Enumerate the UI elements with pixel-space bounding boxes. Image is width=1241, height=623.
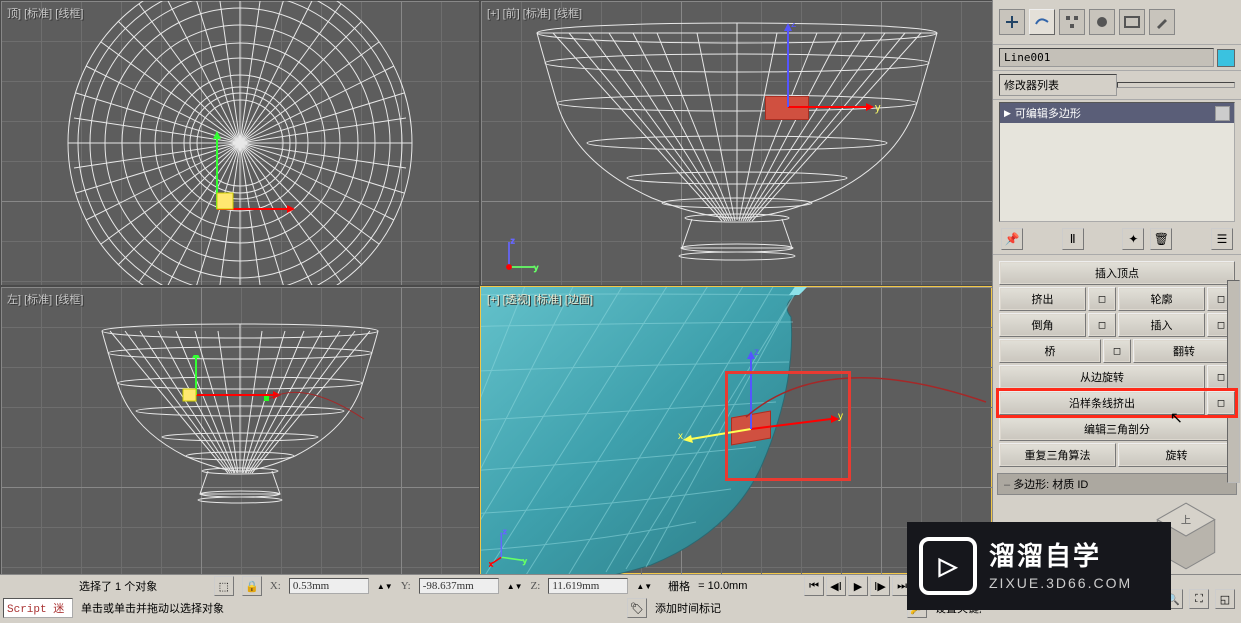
hinge-from-edge-button[interactable]: 从边旋转 [999, 365, 1205, 389]
viewport-label-persp[interactable]: [+] [透视] [标准] [边面] [487, 291, 593, 307]
configure-sets-icon[interactable]: ☰ [1211, 228, 1233, 250]
playback-controls: ⏮ ◀Ⅰ ▶ Ⅰ▶ ⏭ [804, 576, 912, 596]
coord-y-label: Y: [401, 580, 411, 592]
remove-modifier-icon[interactable]: 🗑 [1150, 228, 1172, 250]
edit-tri-button[interactable]: 编辑三角剖分 [999, 417, 1235, 441]
object-name-field[interactable]: Line001 [999, 48, 1214, 67]
modifier-list-dropdown[interactable]: 修改器列表 [993, 71, 1241, 100]
stack-toggle-icon[interactable] [1215, 106, 1230, 121]
svg-text:x: x [489, 559, 493, 568]
viewport-front[interactable]: [+] [前] [标准] [线框] [481, 1, 992, 285]
play-icon[interactable]: ▶ [848, 576, 868, 596]
selection-status: 选择了 1 个对象 [79, 578, 157, 594]
prev-frame-icon[interactable]: ◀Ⅰ [826, 576, 846, 596]
watermark-title: 溜溜自学 [989, 540, 1132, 574]
time-tag-icon[interactable]: 🏷 [627, 598, 647, 618]
coord-x-value[interactable]: 0.53mm [289, 578, 369, 594]
object-color-swatch[interactable] [1217, 49, 1235, 67]
stack-item-label: 可编辑多边形 [1015, 105, 1081, 121]
rollout-header[interactable]: – 多边形: 材质 ID [997, 473, 1237, 495]
flip-button[interactable]: 翻转 [1133, 339, 1235, 363]
add-time-tag[interactable]: 添加时间标记 [655, 600, 721, 616]
svg-text:x: x [678, 431, 683, 442]
rollout-polygon-material-id: – 多边形: 材质 ID [997, 473, 1237, 495]
viewport-label-left[interactable]: 左] [标准] [线框] [7, 291, 83, 307]
coord-x-label: X: [270, 580, 281, 592]
move-gizmo[interactable]: y z [743, 23, 893, 143]
viewport-label-front[interactable]: [+] [前] [标准] [线框] [487, 5, 582, 21]
insert-button[interactable]: 插入 [1118, 313, 1205, 337]
bridge-button[interactable]: 桥 [999, 339, 1101, 363]
watermark-overlay: ▷ 溜溜自学 ZIXUE.3D66.COM [907, 522, 1171, 610]
object-name-row: Line001 [993, 45, 1241, 71]
svg-text:y: y [523, 556, 527, 565]
svg-text:z: z [511, 237, 515, 246]
viewport-label-top[interactable]: 顶] [标准] [线框] [7, 5, 83, 21]
svg-text:y: y [534, 262, 539, 272]
selection-lock-icon[interactable]: ⬚ [214, 576, 234, 596]
stack-toolbar: 📌 Ⅱ ✦ 🗑 ☰ [993, 224, 1241, 255]
rollout-edit-edges: 插入顶点 挤出 ◻ 轮廓 ◻ 倒角 ◻ 插入 ◻ 桥 ◻ 翻转 从边旋转 ◻ [997, 257, 1237, 471]
coord-z-label: Z: [531, 580, 541, 592]
nav-maximize-icon[interactable]: ◱ [1215, 589, 1235, 609]
svg-text:上: 上 [1181, 515, 1191, 527]
next-frame-icon[interactable]: Ⅰ▶ [870, 576, 890, 596]
stack-item-editable-poly[interactable]: ▶ 可编辑多边形 [1000, 103, 1234, 123]
tab-hierarchy[interactable] [1059, 9, 1085, 35]
coord-y-value[interactable]: -98.637mm [419, 578, 499, 594]
viewport-top[interactable]: 顶] [标准] [线框] [1, 1, 479, 285]
modifier-list-label: 修改器列表 [999, 74, 1117, 96]
tab-motion[interactable] [1089, 9, 1115, 35]
expand-icon[interactable]: ▶ [1004, 108, 1011, 119]
extrude-settings-button[interactable]: ◻ [1088, 287, 1116, 311]
make-unique-icon[interactable]: ✦ [1122, 228, 1144, 250]
wireframe-object-front[interactable] [497, 3, 977, 283]
tab-create[interactable] [999, 9, 1025, 35]
grid-value: = 10.0mm [698, 580, 747, 592]
play-logo-icon: ▷ [919, 537, 977, 595]
extrude-along-spline-highlight: 沿样条线挤出 ◻ [999, 391, 1235, 415]
tab-modify[interactable] [1029, 9, 1055, 35]
tab-display[interactable] [1119, 9, 1145, 35]
panel-scrollbar[interactable] [1227, 280, 1240, 483]
svg-text:y: y [875, 102, 881, 114]
lock-icon[interactable]: 🔒 [242, 576, 262, 596]
coord-z-value[interactable]: 11.619mm [548, 578, 628, 594]
command-tabs [993, 0, 1241, 45]
move-gizmo[interactable] [177, 129, 297, 249]
retriangulate-button[interactable]: 重复三角算法 [999, 443, 1116, 467]
bridge-settings-button[interactable]: ◻ [1103, 339, 1131, 363]
bevel-settings-button[interactable]: ◻ [1088, 313, 1116, 337]
goto-start-icon[interactable]: ⏮ [804, 576, 824, 596]
show-end-result-icon[interactable]: Ⅱ [1062, 228, 1084, 250]
extrude-button[interactable]: 挤出 [999, 287, 1086, 311]
grid-label: 栅格 [668, 578, 690, 594]
turn-button[interactable]: 旋转 [1118, 443, 1235, 467]
axis-tripod-icon: x y z [489, 528, 529, 568]
cursor-icon: ↖ [1170, 408, 1183, 428]
prompt-line: 单击或单击并拖动以选择对象 [81, 600, 224, 616]
svg-text:z: z [503, 528, 507, 536]
script-listener[interactable]: Script 迷 [3, 598, 73, 618]
annotation-red-box [725, 371, 851, 481]
spline-handle[interactable] [264, 374, 374, 434]
outline-button[interactable]: 轮廓 [1118, 287, 1205, 311]
tab-utilities[interactable] [1149, 9, 1175, 35]
watermark-url: ZIXUE.3D66.COM [989, 574, 1132, 592]
rollout-header-label: 多边形: 材质 ID [1013, 479, 1088, 491]
bevel-button[interactable]: 倒角 [999, 313, 1086, 337]
insert-vertex-button[interactable]: 插入顶点 [999, 261, 1235, 285]
extrude-spline-settings-button[interactable]: ◻ [1207, 391, 1235, 415]
viewport-area: 顶] [标准] [线框] [0, 0, 993, 575]
nav-zoom-all-icon[interactable]: ⛶ [1189, 589, 1209, 609]
axis-tripod-icon: y z [499, 237, 539, 277]
modifier-stack[interactable]: ▶ 可编辑多边形 [999, 102, 1235, 222]
viewport-left[interactable]: 左] [标准] [线框] [1, 287, 479, 574]
status-bar: 选择了 1 个对象 ⬚ 🔒 X: 0.53mm ▲▼ Y: -98.637mm … [0, 574, 993, 623]
pin-stack-icon[interactable]: 📌 [1001, 228, 1023, 250]
chevron-down-icon [1117, 82, 1235, 88]
svg-text:z: z [791, 23, 797, 30]
